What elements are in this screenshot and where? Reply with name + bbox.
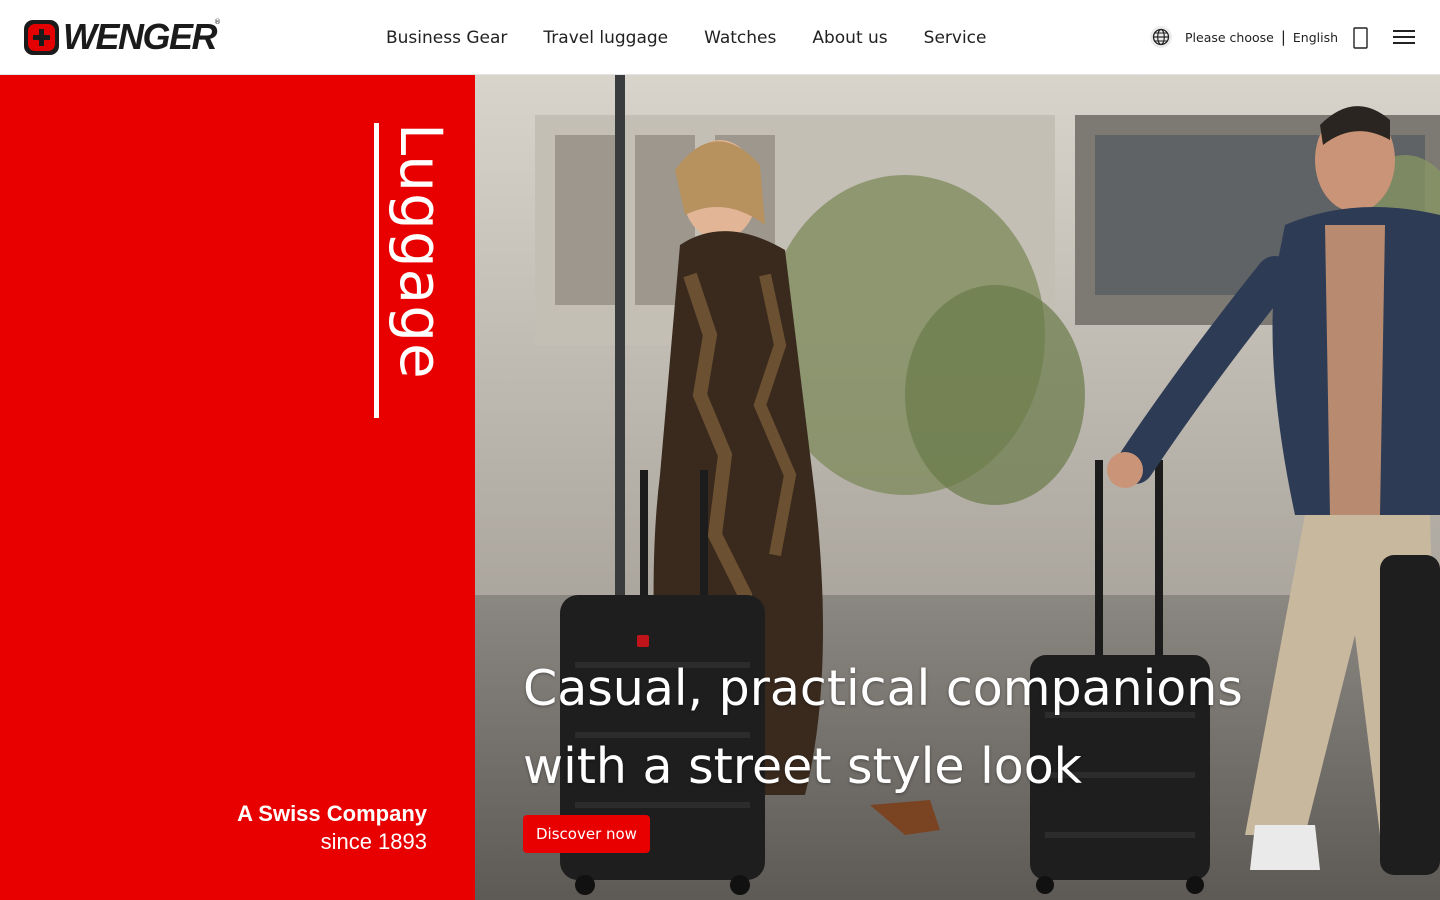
- nav-item-business-gear[interactable]: Business Gear: [386, 28, 507, 48]
- language-value: English: [1292, 29, 1339, 45]
- company-tagline: A Swiss Company since 1893: [237, 801, 427, 855]
- nav-item-service[interactable]: Service: [924, 28, 987, 48]
- side-panel: Luggage A Swiss Company since 1893: [0, 75, 475, 900]
- wenger-logo[interactable]: WENGER ®: [24, 16, 221, 57]
- category-title-text: Luggage: [387, 123, 455, 380]
- discover-now-button[interactable]: Discover now: [523, 815, 650, 853]
- logo-text: WENGER: [63, 16, 218, 57]
- language-selector[interactable]: Please choose | English: [1150, 25, 1338, 49]
- hero-headline-line-2: with a street style look: [523, 738, 1083, 795]
- nav-item-travel-luggage[interactable]: Travel luggage: [543, 28, 668, 48]
- globe-icon: [1150, 26, 1172, 48]
- hero-headline: Casual, practical companions with a stre…: [523, 650, 1383, 806]
- language-prompt: Please choose: [1185, 29, 1274, 45]
- nav-item-watches[interactable]: Watches: [704, 28, 776, 48]
- registered-mark: ®: [214, 18, 221, 26]
- hamburger-menu-icon[interactable]: [1393, 28, 1415, 46]
- nav-item-about-us[interactable]: About us: [812, 28, 887, 48]
- cart-icon[interactable]: [1352, 27, 1370, 49]
- swiss-cross-icon: [24, 19, 59, 55]
- language-separator: |: [1280, 28, 1286, 46]
- site-header: WENGER ® Business Gear Travel luggage Wa…: [0, 0, 1440, 75]
- tagline-line-2: since 1893: [320, 829, 427, 854]
- main-nav: Business Gear Travel luggage Watches Abo…: [386, 0, 1023, 75]
- category-title[interactable]: Luggage: [374, 123, 455, 418]
- tagline-line-1: A Swiss Company: [237, 801, 427, 826]
- hero-headline-line-1: Casual, practical companions: [523, 660, 1243, 717]
